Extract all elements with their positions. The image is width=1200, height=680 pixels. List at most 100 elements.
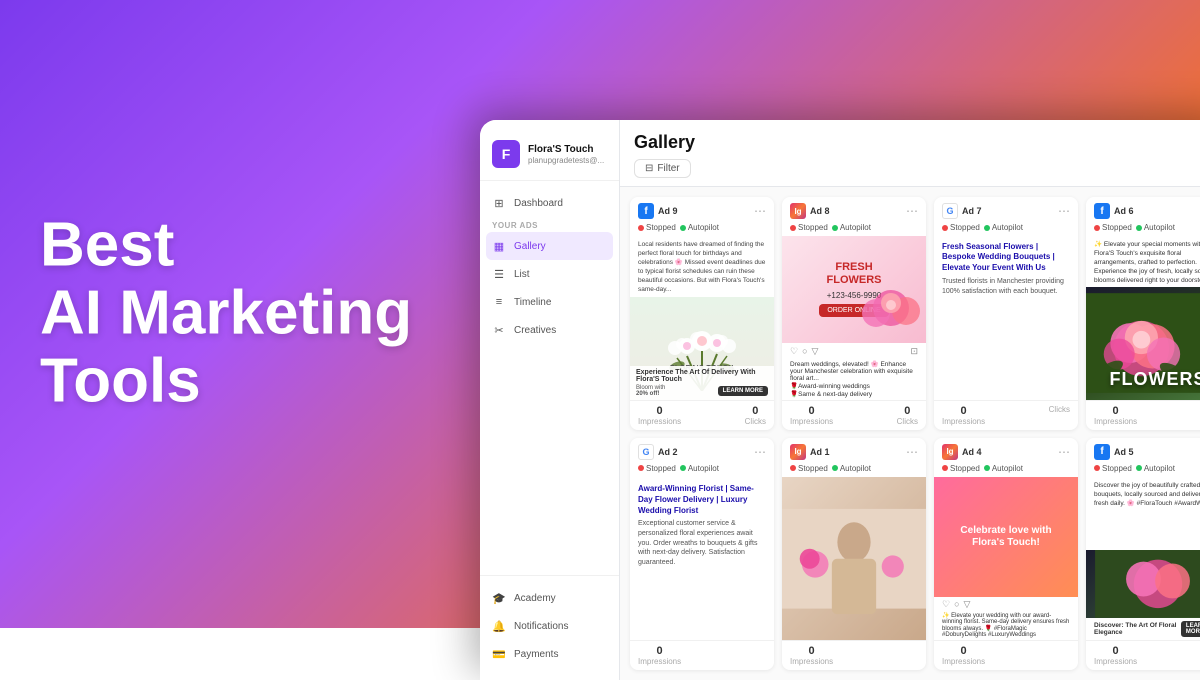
ad-discover-status: Stopped Autopilot — [1086, 464, 1200, 477]
ad8-platform: Ig Ad 8 — [790, 203, 830, 219]
ad-discover-visual — [1086, 550, 1200, 618]
hero-heading: Best AI Marketing Tools — [40, 212, 412, 417]
instagram-icon-ad4: Ig — [942, 444, 958, 460]
ad8-caption: Dream weddings, elevated! 🌸 Enhance your… — [782, 360, 926, 400]
ad-card-1: Ig Ad 1 ⋯ Stopped Autopilot — [782, 438, 926, 671]
share-icon[interactable]: ▽ — [812, 346, 819, 357]
ad9-learn-btn[interactable]: LEARN MORE — [718, 386, 768, 396]
list-icon: ☰ — [492, 267, 506, 281]
sidebar-item-dashboard[interactable]: ⊞ Dashboard — [480, 189, 619, 217]
ad9-header: f Ad 9 ⋯ — [630, 197, 774, 223]
ad6-stats: 0 Impressions — [1086, 400, 1200, 430]
comment-icon[interactable]: ○ — [802, 346, 807, 357]
ad4-header: Ig Ad 4 ⋯ — [934, 438, 1078, 464]
sidebar: F Flora'S Touch planupgradetests@... ⊞ D… — [480, 120, 620, 680]
ad-discover-num: Ad 5 — [1114, 447, 1134, 457]
ad8-image: FRESHFLOWERS +123-456-9990 ORDER ONLINE — [782, 236, 926, 343]
ad9-cta-bar: Experience The Art Of Delivery With Flor… — [630, 366, 774, 400]
ad7-header: G Ad 7 ⋯ — [934, 197, 1078, 223]
ad4-menu[interactable]: ⋯ — [1058, 445, 1070, 459]
sidebar-section-label: YOUR ADS — [480, 217, 619, 232]
ad8-status: Stopped Autopilot — [782, 223, 926, 236]
ad1-status: Stopped Autopilot — [782, 464, 926, 477]
ad2-menu[interactable]: ⋯ — [754, 445, 766, 459]
ad9-stats: 0 Impressions 0 Clicks — [630, 400, 774, 430]
payments-icon: 💳 — [492, 647, 506, 661]
filter-button[interactable]: ⊟ Filter — [634, 159, 691, 178]
ad7-status: Stopped Autopilot — [934, 223, 1078, 236]
ad7-menu[interactable]: ⋯ — [1058, 204, 1070, 218]
ad4-status: Stopped Autopilot — [934, 464, 1078, 477]
ad8-clicks: 0 Clicks — [897, 405, 918, 426]
ad7-impressions: 0 Impressions — [942, 405, 985, 426]
facebook-icon: f — [638, 203, 654, 219]
ad-discover-image — [1086, 550, 1200, 618]
sidebar-item-creatives[interactable]: ✂ Creatives — [480, 316, 619, 344]
ad4-actions: ♡ ○ ▽ — [934, 597, 1078, 612]
ad8-header: Ig Ad 8 ⋯ — [782, 197, 926, 223]
ad9-platform: f Ad 9 — [638, 203, 678, 219]
ad4-celebrate: Celebrate love withFlora's Touch! — [934, 477, 1078, 598]
ad-discover-stats: 0 Impressions 0 Clicks — [1086, 640, 1200, 670]
ad7-num: Ad 7 — [962, 206, 982, 216]
academy-icon: 🎓 — [492, 591, 506, 605]
facebook-icon-discover: f — [1094, 444, 1110, 460]
ad-card-7: G Ad 7 ⋯ Stopped Autopilot — [934, 197, 1078, 430]
ad9-cta-row: Bloom with20% off! LEARN MORE — [636, 385, 768, 397]
stopped-dot — [638, 225, 644, 231]
ad4-stats: 0 Impressions — [934, 640, 1078, 670]
ad2-num: Ad 2 — [658, 447, 678, 457]
flowers-text: FLOWERS — [1086, 369, 1200, 390]
sidebar-label-timeline: Timeline — [514, 297, 551, 308]
app-window: F Flora'S Touch planupgradetests@... ⊞ D… — [480, 120, 1200, 680]
ad8-stats: 0 Impressions 0 Clicks — [782, 400, 926, 430]
ad1-menu[interactable]: ⋯ — [906, 445, 918, 459]
ad-card-9: f Ad 9 ⋯ Stopped Autopilot Local resid — [630, 197, 774, 430]
sidebar-item-list[interactable]: ☰ List — [480, 260, 619, 288]
ad2-status: Stopped Autopilot — [630, 464, 774, 477]
brand-name: Flora'S Touch — [528, 144, 604, 156]
ad9-autopilot: Autopilot — [680, 223, 719, 232]
share-icon-ad4[interactable]: ▽ — [964, 599, 971, 610]
ad1-image — [782, 477, 926, 641]
ad-discover-platform: f Ad 5 — [1094, 444, 1134, 460]
ad9-num: Ad 9 — [658, 206, 678, 216]
heart-icon[interactable]: ♡ — [790, 346, 798, 357]
ad2-impressions: 0 Impressions — [638, 645, 681, 666]
ad2-stopped: Stopped — [638, 464, 676, 473]
ad4-impressions: 0 Impressions — [942, 645, 985, 666]
ad6-status: Stopped Autopilot — [1086, 223, 1200, 236]
ad-discover-header: f Ad 5 ⋯ — [1086, 438, 1200, 464]
sidebar-label-list: List — [514, 269, 530, 280]
bookmark-icon[interactable]: ⊡ — [910, 346, 918, 357]
facebook-icon-ad6: f — [1094, 203, 1110, 219]
ad-card-discover: f Ad 5 ⋯ Stopped Autopilot Discover th — [1086, 438, 1200, 671]
ad6-num: Ad 6 — [1114, 206, 1134, 216]
ad8-bouquet-svg — [856, 283, 926, 343]
instagram-icon: Ig — [790, 203, 806, 219]
ad4-platform: Ig Ad 4 — [942, 444, 982, 460]
sidebar-label-gallery: Gallery — [514, 241, 546, 252]
ad1-svg — [782, 477, 926, 641]
ad-discover-learn-btn[interactable]: LEARN MORE — [1181, 621, 1200, 637]
ad2-header: G Ad 2 ⋯ — [630, 438, 774, 464]
ad1-num: Ad 1 — [810, 447, 830, 457]
ad7-title: Fresh Seasonal Flowers | Bespoke Wedding… — [942, 242, 1070, 273]
sidebar-bottom: 🎓 Academy 🔔 Notifications 💳 Payments — [480, 575, 619, 668]
sidebar-item-timeline[interactable]: ≡ Timeline — [480, 288, 619, 316]
autopilot-dot — [680, 225, 686, 231]
sidebar-item-notifications[interactable]: 🔔 Notifications — [480, 612, 619, 640]
instagram-icon-ad1: Ig — [790, 444, 806, 460]
ad9-menu[interactable]: ⋯ — [754, 204, 766, 218]
google-icon: G — [942, 203, 958, 219]
sidebar-item-payments[interactable]: 💳 Payments — [480, 640, 619, 668]
comment-icon-ad4[interactable]: ○ — [954, 599, 959, 610]
ad8-menu[interactable]: ⋯ — [906, 204, 918, 218]
ad8-impressions: 0 Impressions — [790, 405, 833, 426]
sidebar-item-gallery[interactable]: ▦ Gallery — [486, 232, 613, 260]
sidebar-item-academy[interactable]: 🎓 Academy — [480, 584, 619, 612]
brand-icon: F — [492, 140, 520, 168]
heart-icon-ad4[interactable]: ♡ — [942, 599, 950, 610]
gallery-icon: ▦ — [492, 239, 506, 253]
sidebar-brand[interactable]: F Flora'S Touch planupgradetests@... — [480, 132, 619, 181]
